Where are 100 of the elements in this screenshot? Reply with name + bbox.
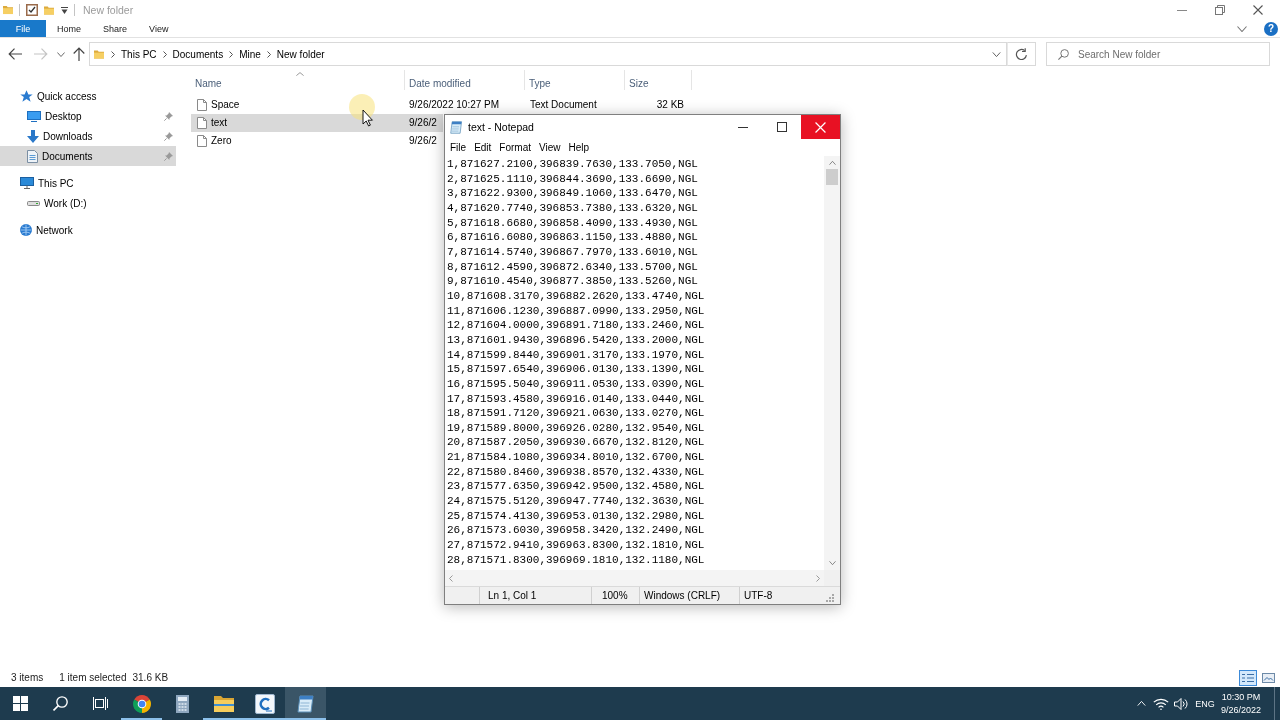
file-name: Space bbox=[211, 99, 240, 111]
chevron-right-icon bbox=[162, 50, 167, 58]
check-square-icon bbox=[26, 4, 38, 16]
text-line: 1,871627.2100,396839.7630,133.7050,NGL bbox=[447, 157, 698, 172]
file-row[interactable]: Space 9/26/2022 10:27 PM Text Document 32 KB bbox=[191, 96, 692, 114]
text-line: 25,871574.4130,396953.0130,132.2980,NGL bbox=[447, 508, 705, 524]
sidebar-item[interactable]: Desktop bbox=[0, 106, 176, 126]
chevron-right-icon bbox=[111, 50, 115, 58]
column-header[interactable]: Type bbox=[525, 70, 625, 90]
horizontal-scrollbar[interactable] bbox=[445, 570, 824, 586]
text-line: 5,871618.6680,396858.4090,133.4930,NGL bbox=[447, 215, 698, 231]
chevron-down-icon bbox=[828, 561, 836, 565]
text-line: 6,871616.6080,396863.1150,133.4880,NGL bbox=[447, 230, 698, 245]
document-icon bbox=[27, 149, 38, 163]
column-header[interactable]: Date modified bbox=[405, 70, 525, 90]
thumbnail-view-icon bbox=[1261, 672, 1275, 683]
date-modified: 9/26/2022 10:27 PM bbox=[409, 99, 500, 111]
app-tile-icon bbox=[254, 693, 275, 714]
file-size: 32 KB bbox=[656, 99, 684, 111]
size-grip-icon bbox=[826, 594, 834, 602]
text-line: 27,871572.9410,396963.8300,132.1810,NGL bbox=[447, 538, 705, 553]
text-line: 11,871606.1230,396887.0990,133.2950,NGL bbox=[447, 303, 705, 319]
breadcrumb-item[interactable]: This PC bbox=[120, 45, 158, 63]
file-row[interactable]: Zero 9/26/2 bbox=[191, 132, 443, 150]
refresh-button[interactable] bbox=[1007, 42, 1036, 66]
folder-icon bbox=[213, 695, 234, 712]
wifi-icon bbox=[1153, 697, 1169, 710]
menu-item[interactable]: Help bbox=[564, 139, 594, 156]
ribbon-tab[interactable]: View bbox=[138, 20, 180, 37]
sidebar-item[interactable]: Downloads bbox=[0, 126, 176, 146]
drive-icon bbox=[27, 200, 40, 206]
scrollbar-thumb[interactable] bbox=[826, 169, 838, 185]
computer-icon bbox=[20, 177, 34, 189]
clock-date[interactable]: 9/26/2022 bbox=[1220, 704, 1261, 716]
column-header[interactable]: Name bbox=[191, 70, 405, 90]
text-file-icon bbox=[197, 117, 207, 129]
chevron-right-icon bbox=[266, 50, 271, 58]
text-line: 18,871591.7120,396921.0630,133.0270,NGL bbox=[447, 406, 705, 421]
breadcrumb-item[interactable]: New folder bbox=[275, 45, 326, 63]
details-view-icon bbox=[1242, 672, 1254, 683]
help-button[interactable]: ? bbox=[1264, 21, 1278, 36]
ribbon-tab[interactable]: Share bbox=[92, 20, 139, 37]
file-row[interactable]: text 9/26/2 bbox=[191, 114, 443, 132]
folder-icon bbox=[44, 4, 54, 16]
text-line: 15,871597.6540,396906.0130,133.1390,NGL bbox=[447, 362, 705, 377]
taskbar-button[interactable] bbox=[285, 687, 326, 720]
text-line: 21,871584.1080,396934.8010,132.6700,NGL bbox=[447, 450, 705, 465]
breadcrumb-item[interactable]: Documents bbox=[171, 45, 225, 63]
ribbon-tab[interactable]: Home bbox=[46, 20, 92, 37]
encoding: UTF-8 bbox=[744, 590, 773, 601]
arrow-right-icon bbox=[34, 48, 48, 60]
vertical-scrollbar[interactable] bbox=[824, 156, 840, 570]
sidebar-item[interactable]: This PC bbox=[0, 173, 176, 193]
menu-item[interactable]: File bbox=[446, 139, 471, 156]
window-title: New folder bbox=[83, 4, 134, 16]
close-icon bbox=[1253, 5, 1263, 15]
sidebar-item[interactable]: Documents bbox=[0, 146, 176, 166]
text-line: 2,871625.1110,396844.3690,133.6690,NGL bbox=[447, 171, 698, 187]
text-line: 16,871595.5040,396911.0530,133.0390,NGL bbox=[447, 376, 705, 392]
selection-count: 1 item selected bbox=[59, 672, 127, 683]
column-header[interactable]: Size bbox=[625, 70, 692, 90]
text-line: 26,871573.6030,396958.3420,132.2490,NGL bbox=[447, 523, 705, 539]
text-line: 22,871580.8460,396938.8570,132.4330,NGL bbox=[447, 464, 705, 480]
close-icon bbox=[815, 121, 826, 133]
menu-item[interactable]: Edit bbox=[470, 139, 496, 156]
line-ending: Windows (CRLF) bbox=[644, 590, 721, 601]
arrow-left-icon bbox=[8, 48, 22, 60]
chevron-down-icon bbox=[1237, 25, 1247, 32]
text-line: 3,871622.9300,396849.1060,133.6470,NGL bbox=[447, 186, 698, 201]
minimize-icon bbox=[1177, 9, 1187, 11]
speaker-icon bbox=[1174, 697, 1188, 710]
search-box[interactable]: Search New folder bbox=[1046, 42, 1270, 66]
maximize-icon bbox=[776, 122, 787, 132]
sidebar-item[interactable]: Quick access bbox=[0, 86, 176, 106]
menu-item[interactable]: Format bbox=[495, 139, 536, 156]
menu-item[interactable]: View bbox=[535, 139, 565, 156]
text-line: 8,871612.4590,396872.6340,133.5700,NGL bbox=[447, 259, 698, 275]
file-type: Text Document bbox=[530, 99, 597, 111]
sidebar-item[interactable]: Network bbox=[0, 220, 176, 240]
notepad-icon bbox=[450, 120, 463, 134]
file-name: text bbox=[211, 117, 228, 129]
ribbon-menu-button[interactable]: File bbox=[0, 20, 46, 37]
minimize-icon bbox=[737, 126, 748, 128]
chevron-down-icon bbox=[991, 51, 1001, 57]
text-line: 19,871589.8000,396926.0280,132.9540,NGL bbox=[447, 420, 705, 436]
chevron-right-icon bbox=[229, 50, 234, 58]
mouse-pointer-icon bbox=[348, 94, 376, 127]
search-icon bbox=[1058, 48, 1069, 60]
address-bar[interactable]: This PC Documents Mine New folder bbox=[89, 42, 1007, 66]
language-indicator[interactable]: ENG bbox=[1193, 687, 1217, 720]
chevron-down-icon bbox=[57, 51, 65, 57]
clock-time[interactable]: 10:30 PM bbox=[1221, 691, 1261, 703]
text-line: 7,871614.5740,396867.7970,133.6010,NGL bbox=[447, 244, 698, 260]
monitor-icon bbox=[27, 110, 41, 122]
download-arrow-icon bbox=[27, 129, 39, 143]
breadcrumb-item[interactable]: Mine bbox=[238, 45, 262, 63]
text-line: 4,871620.7740,396853.7380,133.6320,NGL bbox=[447, 200, 698, 216]
sidebar-item[interactable]: Work (D:) bbox=[0, 193, 176, 213]
details-view-button[interactable] bbox=[1239, 669, 1257, 686]
search-field[interactable]: Search New folder bbox=[1078, 46, 1265, 62]
